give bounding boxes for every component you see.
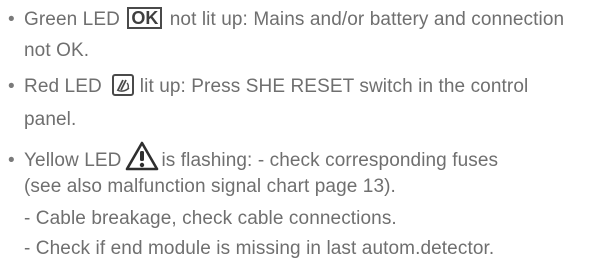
sub-item-cable-breakage: - Cable breakage, check cable connection…: [24, 208, 397, 230]
item-text-continued: panel.: [24, 109, 77, 130]
item-text-end: is flashing: - check corresponding fuses: [161, 150, 499, 172]
bullet: •: [8, 76, 15, 98]
bullet: •: [8, 150, 15, 172]
item-text-continued: not OK.: [24, 40, 90, 61]
ok-icon: OK: [127, 7, 163, 29]
item-text-end: lit up: Press SHE RESET switch in the co…: [139, 76, 529, 98]
reset-switch-icon: [111, 74, 134, 96]
item-text-end: not lit up: Mains and/or battery and con…: [169, 9, 565, 31]
list-item-yellow-led: • Yellow LED is flashing: - check corresp…: [8, 141, 499, 176]
bullet: •: [8, 9, 15, 31]
list-item-red-led: • Red LED lit up: Press SHE RESET switch …: [8, 74, 529, 98]
list-item-green-led: • Green LED OK not lit up: Mains and/or b…: [8, 7, 565, 31]
sub-item-end-module: - Check if end module is missing in last…: [24, 238, 494, 260]
list-item-yellow-led-continued: (see also malfunction signal chart page …: [24, 176, 396, 198]
item-text-start: Yellow LED: [24, 150, 122, 172]
sub-item-text: - Cable breakage, check cable connection…: [24, 208, 397, 229]
item-text-continued: (see also malfunction signal chart page …: [24, 176, 396, 197]
document-page: • Green LED OK not lit up: Mains and/or b…: [0, 0, 606, 259]
warning-triangle-icon: [125, 141, 159, 171]
list-item-green-led-continued: not OK.: [24, 40, 89, 62]
list-item-red-led-continued: panel.: [24, 109, 76, 131]
item-text-start: Green LED: [24, 9, 120, 31]
item-text-start: Red LED: [24, 76, 102, 98]
